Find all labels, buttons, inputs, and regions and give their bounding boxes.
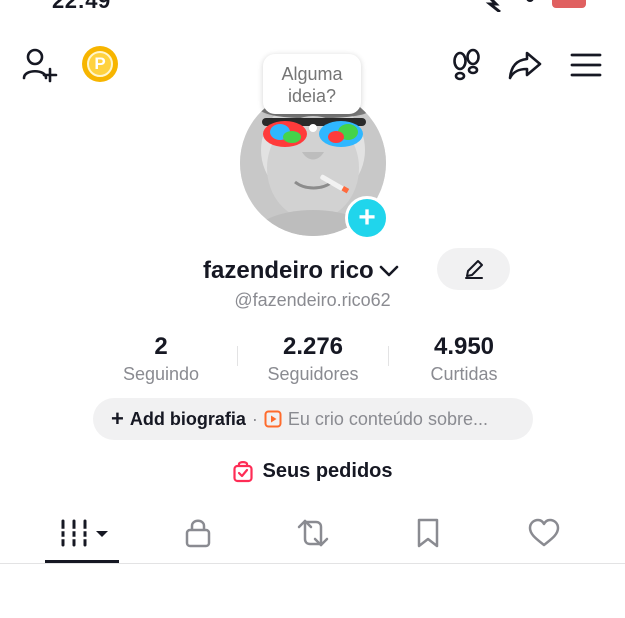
username: @fazendeiro.rico62 xyxy=(234,290,391,310)
status-indicators-icon xyxy=(485,0,586,12)
status-time: 22:49 xyxy=(52,0,111,13)
person-add-icon xyxy=(22,48,58,83)
likes-label: Curtidas xyxy=(430,364,498,384)
add-bio-label: Add biografia xyxy=(129,408,246,429)
menu-button[interactable] xyxy=(566,46,606,84)
idea-tooltip[interactable]: Alguma ideia? xyxy=(263,54,361,114)
edit-profile-button[interactable] xyxy=(437,248,510,290)
tab-private[interactable] xyxy=(168,513,228,553)
chevron-down-icon xyxy=(379,265,399,277)
coins-button[interactable]: P xyxy=(82,46,118,82)
add-avatar-button[interactable]: + xyxy=(345,196,389,240)
share-arrow-icon xyxy=(508,51,542,80)
followers-stat[interactable]: 2.276 Seguidores xyxy=(238,333,388,387)
profile-views-button[interactable] xyxy=(447,46,485,84)
orders-label: Seus pedidos xyxy=(262,459,393,482)
share-profile-button[interactable] xyxy=(505,46,545,84)
bookmark-icon xyxy=(417,518,439,548)
footprints-icon xyxy=(453,48,480,81)
video-play-icon xyxy=(264,410,282,428)
tab-favorites[interactable] xyxy=(398,513,458,553)
followers-count: 2.276 xyxy=(282,333,344,360)
display-name-row[interactable]: fazendeiro rico xyxy=(203,255,400,287)
tooltip-line-2: ideia? xyxy=(287,86,337,106)
bio-hint: Eu crio conteúdo sobre... xyxy=(287,408,488,429)
pencil-icon xyxy=(464,260,483,279)
orders-link[interactable]: Seus pedidos xyxy=(0,459,625,483)
plus-icon: + xyxy=(111,406,124,431)
tab-reposts[interactable] xyxy=(283,513,343,553)
grid-columns-icon xyxy=(57,519,108,547)
following-label: Seguindo xyxy=(122,364,200,384)
add-friend-button[interactable] xyxy=(20,46,60,84)
following-count: 2 xyxy=(154,333,168,360)
tab-videos[interactable] xyxy=(52,513,112,553)
repost-icon xyxy=(297,519,329,547)
status-bar: 22:49 xyxy=(0,0,625,14)
tab-liked[interactable] xyxy=(514,513,574,553)
following-stat[interactable]: 2 Seguindo xyxy=(86,333,236,387)
likes-stat[interactable]: 4.950 Curtidas xyxy=(389,333,539,387)
bio-separator: · xyxy=(251,408,258,429)
coin-icon: P xyxy=(87,51,113,77)
likes-count: 4.950 xyxy=(433,333,495,360)
tooltip-line-1: Alguma xyxy=(281,64,343,84)
display-name: fazendeiro rico xyxy=(203,257,374,284)
add-bio-button[interactable]: + Add biografia · Eu crio conteúdo sobre… xyxy=(93,398,533,440)
followers-label: Seguidores xyxy=(267,364,359,384)
heart-icon xyxy=(528,518,560,547)
tabs-divider xyxy=(0,563,625,564)
hamburger-menu-icon xyxy=(570,53,602,77)
shopping-bag-icon xyxy=(233,461,254,483)
lock-icon xyxy=(185,519,211,548)
